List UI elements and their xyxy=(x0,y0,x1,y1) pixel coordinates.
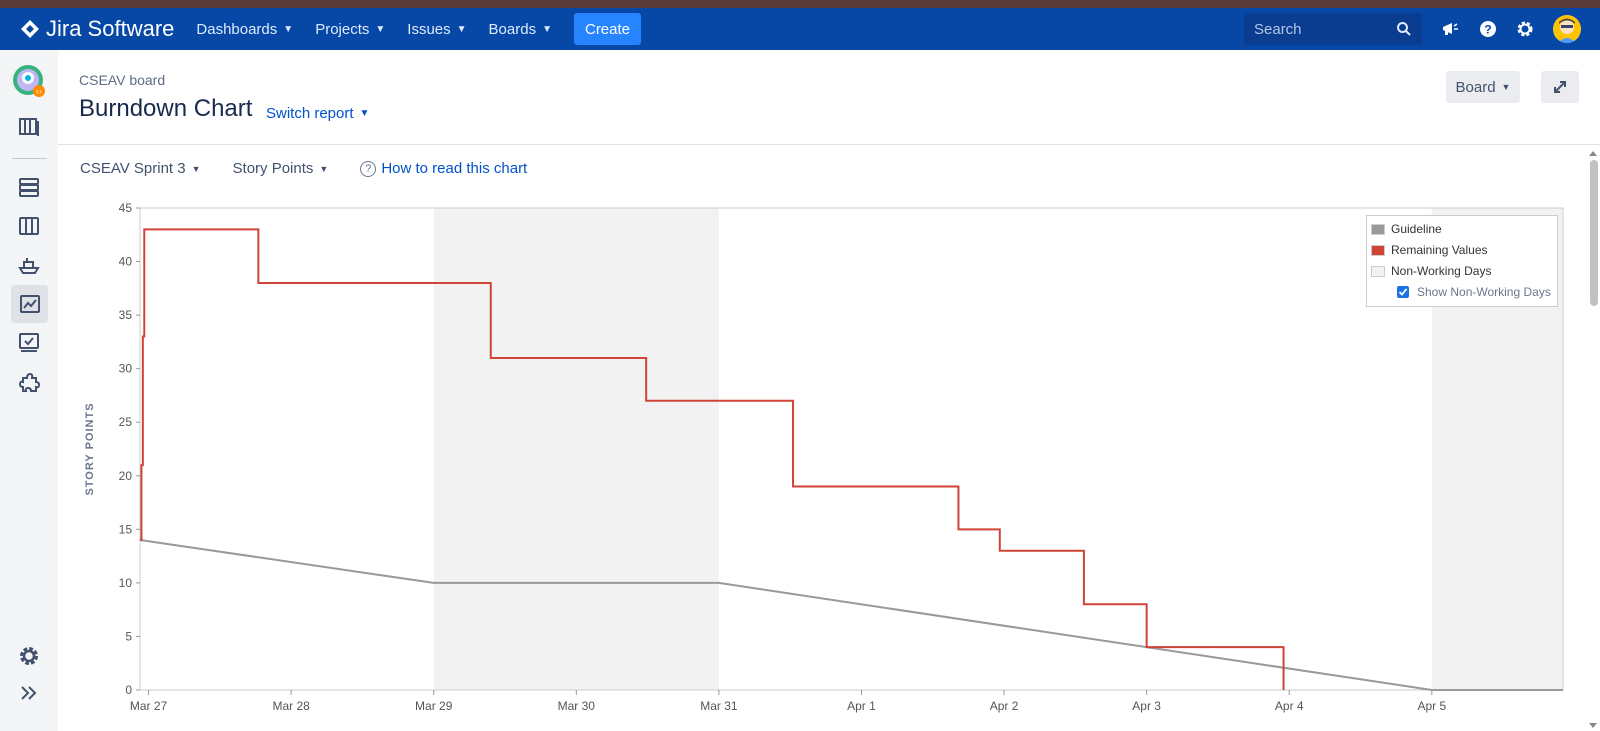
x-tick-label: Mar 29 xyxy=(415,699,453,713)
issues-checklist-icon[interactable] xyxy=(14,328,44,358)
report-header: CSEAV board Burndown Chart Switch report… xyxy=(58,50,1600,145)
top-navigation: Jira Software Dashboards ▼ Projects ▼ Issu… xyxy=(0,8,1600,50)
y-tick-label: 10 xyxy=(119,576,133,590)
backlog-board-icon[interactable] xyxy=(14,112,44,142)
y-tick-label: 30 xyxy=(119,362,133,376)
backlog-icon[interactable] xyxy=(14,172,44,202)
svg-text:?: ? xyxy=(1484,23,1491,37)
switch-report-dropdown[interactable]: Switch report ▼ xyxy=(266,105,369,122)
breadcrumb[interactable]: CSEAV board xyxy=(79,72,165,88)
y-tick-label: 0 xyxy=(125,683,132,697)
legend-swatch xyxy=(1371,265,1385,277)
browser-top-strip xyxy=(0,0,1600,8)
y-tick-label: 35 xyxy=(119,308,133,322)
search-placeholder: Search xyxy=(1254,20,1302,38)
user-avatar[interactable] xyxy=(1553,15,1581,43)
caret-down-icon: ▼ xyxy=(319,163,329,174)
x-tick-label: Mar 27 xyxy=(130,699,168,713)
nav-issues[interactable]: Issues ▼ xyxy=(407,21,466,38)
settings-gear-icon[interactable] xyxy=(1515,19,1535,39)
y-tick-label: 45 xyxy=(119,201,133,215)
project-settings-gear-icon[interactable] xyxy=(14,641,44,671)
product-name: Jira Software xyxy=(46,16,175,41)
sidebar-separator xyxy=(12,158,47,159)
project-avatar-icon[interactable]: ‹› xyxy=(12,64,46,98)
legend-item-guideline: Guideline xyxy=(1371,222,1442,236)
x-tick-label: Apr 4 xyxy=(1275,699,1304,713)
scroll-down-icon[interactable] xyxy=(1586,721,1600,731)
y-tick-label: 15 xyxy=(119,522,133,536)
scroll-up-icon[interactable] xyxy=(1586,148,1600,158)
non-working-band xyxy=(433,208,719,690)
nav-boards[interactable]: Boards ▼ xyxy=(489,21,552,38)
caret-down-icon: ▼ xyxy=(191,163,201,174)
page-title: Burndown Chart xyxy=(79,95,253,122)
y-axis-label: STORY POINTS xyxy=(84,402,96,495)
legend-swatch xyxy=(1371,244,1385,256)
megaphone-icon[interactable] xyxy=(1440,19,1460,39)
jira-diamond-icon xyxy=(21,20,39,38)
chevron-down-icon: ▼ xyxy=(283,23,294,35)
plot-border xyxy=(139,207,1564,691)
y-tick-label: 40 xyxy=(119,255,133,269)
burndown-chart: 0 5 10 15 20 25 30 35 40 45 Mar 27 Mar 28 Mar 29 Mar … xyxy=(84,201,1564,713)
reports-chart-icon[interactable] xyxy=(11,285,48,323)
chevron-down-icon: ▼ xyxy=(375,23,386,35)
x-tick-label: Apr 3 xyxy=(1132,699,1161,713)
nav-projects[interactable]: Projects ▼ xyxy=(315,21,385,38)
chevron-down-icon: ▼ xyxy=(542,23,552,35)
y-tick-label: 25 xyxy=(119,415,133,429)
nav-dashboards[interactable]: Dashboards ▼ xyxy=(196,21,293,38)
expand-arrows-icon xyxy=(1554,81,1566,93)
sprint-selector[interactable]: CSEAV Sprint 3 ▼ xyxy=(80,160,201,177)
chevron-down-icon: ▼ xyxy=(456,23,467,35)
jira-logo[interactable]: Jira Software xyxy=(20,16,174,42)
svg-text:‹›: ‹› xyxy=(36,87,42,96)
legend-item-non-working: Non-Working Days xyxy=(1371,264,1491,278)
fullscreen-button[interactable] xyxy=(1541,71,1579,103)
project-sidebar: ‹› xyxy=(0,50,58,731)
caret-down-icon: ▼ xyxy=(1501,82,1511,92)
add-ons-puzzle-icon[interactable] xyxy=(14,368,44,398)
legend-item-remaining: Remaining Values xyxy=(1371,243,1488,257)
scroll-thumb[interactable] xyxy=(1590,160,1598,306)
create-button[interactable]: Create xyxy=(573,13,642,45)
y-tick-label: 5 xyxy=(125,629,132,643)
x-tick-label: Apr 2 xyxy=(990,699,1019,713)
x-tick-label: Apr 1 xyxy=(847,699,876,713)
x-tick-label: Mar 30 xyxy=(558,699,596,713)
releases-ship-icon[interactable] xyxy=(14,250,44,280)
board-button[interactable]: Board ▼ xyxy=(1446,71,1520,103)
search-input[interactable]: Search xyxy=(1244,13,1422,45)
search-icon xyxy=(1397,22,1411,36)
help-icon[interactable]: ? xyxy=(1478,19,1498,39)
how-to-read-link[interactable]: ? How to read this chart xyxy=(360,160,527,177)
chevron-down-icon: ▼ xyxy=(359,108,370,119)
active-sprints-icon[interactable] xyxy=(14,211,44,241)
show-non-working-checkbox[interactable]: Show Non-Working Days xyxy=(1397,285,1551,299)
question-circle-icon: ? xyxy=(360,160,377,177)
expand-sidebar-icon[interactable] xyxy=(14,678,44,708)
chart-legend: Guideline Remaining Values Non-Working D… xyxy=(1366,215,1558,307)
chart-controls: CSEAV Sprint 3 ▼ Story Points ▼ ? How to re… xyxy=(80,160,527,177)
checkbox-checked-icon[interactable] xyxy=(1397,286,1409,298)
guideline-series xyxy=(139,539,1563,691)
x-tick-label: Mar 28 xyxy=(272,699,310,713)
vertical-scrollbar[interactable] xyxy=(1586,148,1600,731)
y-tick-label: 20 xyxy=(119,469,133,483)
x-tick-label: Apr 5 xyxy=(1417,699,1446,713)
legend-swatch xyxy=(1371,223,1385,235)
estimation-selector[interactable]: Story Points ▼ xyxy=(233,160,329,177)
x-tick-label: Mar 31 xyxy=(700,699,738,713)
